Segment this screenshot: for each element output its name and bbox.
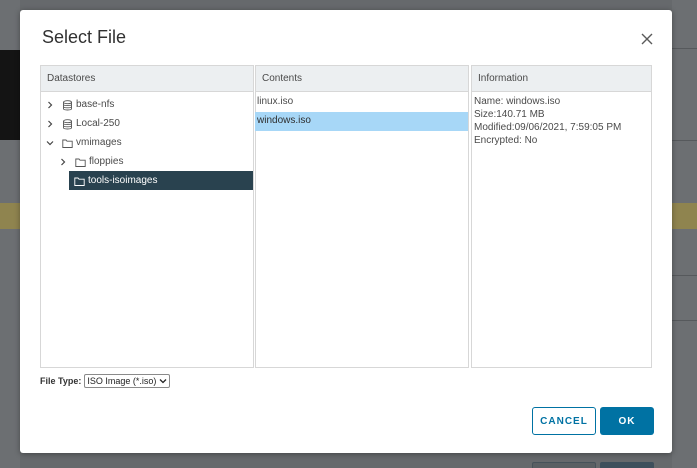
close-button[interactable] bbox=[637, 29, 657, 49]
background-warning-banner bbox=[0, 203, 20, 229]
chevron-down-icon bbox=[159, 379, 167, 384]
close-icon bbox=[641, 33, 653, 45]
background-divider bbox=[672, 140, 697, 141]
chevron-right-icon[interactable] bbox=[58, 152, 68, 171]
database-icon bbox=[62, 99, 73, 111]
tree-item-label: Local-250 bbox=[76, 118, 120, 129]
background-divider bbox=[672, 48, 697, 49]
tree-item-vmimages[interactable]: vmimages bbox=[41, 133, 253, 152]
contents-list: linux.iso windows.iso bbox=[255, 92, 468, 131]
tree-item-base-nfs[interactable]: base-nfs bbox=[41, 95, 253, 114]
file-type-select[interactable]: ISO Image (*.iso) bbox=[84, 374, 171, 388]
select-file-dialog: Select File Datastores base-nfs Local-25… bbox=[20, 10, 672, 453]
tree-item-local-250[interactable]: Local-250 bbox=[41, 114, 253, 133]
database-icon bbox=[62, 118, 73, 130]
folder-icon bbox=[74, 175, 85, 186]
background-divider bbox=[672, 320, 697, 321]
background-divider bbox=[672, 275, 697, 276]
tree-item-label: base-nfs bbox=[76, 99, 115, 110]
tree-item-label: tools-isoimages bbox=[88, 175, 158, 186]
file-browser-panels: Datastores base-nfs Local-250 vmimages f… bbox=[40, 65, 652, 368]
file-type-row: File Type: ISO Image (*.iso) bbox=[40, 374, 171, 388]
file-type-value: ISO Image (*.iso) bbox=[87, 376, 157, 386]
info-name: Name: windows.iso bbox=[474, 96, 561, 107]
background-console-thumbnail bbox=[0, 50, 20, 140]
background-button bbox=[600, 462, 654, 468]
cancel-button[interactable]: CANCEL bbox=[532, 407, 596, 435]
information-panel: Information Name: windows.iso Size:140.7… bbox=[471, 65, 652, 368]
background-warning-banner-right bbox=[672, 203, 697, 229]
datastores-tree: base-nfs Local-250 vmimages floppies too… bbox=[41, 92, 253, 190]
folder-icon bbox=[62, 137, 73, 148]
file-item-windows-iso[interactable]: windows.iso bbox=[255, 112, 468, 131]
info-modified: Modified:09/06/2021, 7:59:05 PM bbox=[474, 122, 622, 133]
tree-item-label: floppies bbox=[89, 156, 124, 167]
tree-item-tools-isoimages[interactable]: tools-isoimages bbox=[69, 171, 253, 190]
info-encrypted: Encrypted: No bbox=[474, 135, 538, 146]
datastores-panel: Datastores base-nfs Local-250 vmimages f… bbox=[40, 65, 254, 368]
tree-item-floppies[interactable]: floppies bbox=[41, 152, 253, 171]
chevron-right-icon[interactable] bbox=[45, 95, 55, 114]
contents-panel: Contents linux.iso windows.iso bbox=[255, 65, 469, 368]
file-type-label: File Type: bbox=[40, 376, 82, 386]
contents-header: Contents bbox=[256, 66, 468, 92]
chevron-right-icon[interactable] bbox=[45, 114, 55, 133]
tree-item-label: vmimages bbox=[76, 137, 122, 148]
background-right-panel bbox=[672, 0, 697, 468]
chevron-down-icon[interactable] bbox=[45, 133, 55, 152]
folder-icon bbox=[75, 156, 86, 167]
file-item-linux-iso[interactable]: linux.iso bbox=[255, 93, 468, 112]
ok-button[interactable]: OK bbox=[600, 407, 654, 435]
information-header: Information bbox=[472, 66, 651, 92]
info-size: Size:140.71 MB bbox=[474, 109, 545, 120]
background-button bbox=[532, 462, 596, 468]
file-info: Name: windows.iso Size:140.71 MB Modifie… bbox=[472, 92, 651, 150]
datastores-header: Datastores bbox=[41, 66, 253, 92]
dialog-title: Select File bbox=[42, 27, 127, 47]
